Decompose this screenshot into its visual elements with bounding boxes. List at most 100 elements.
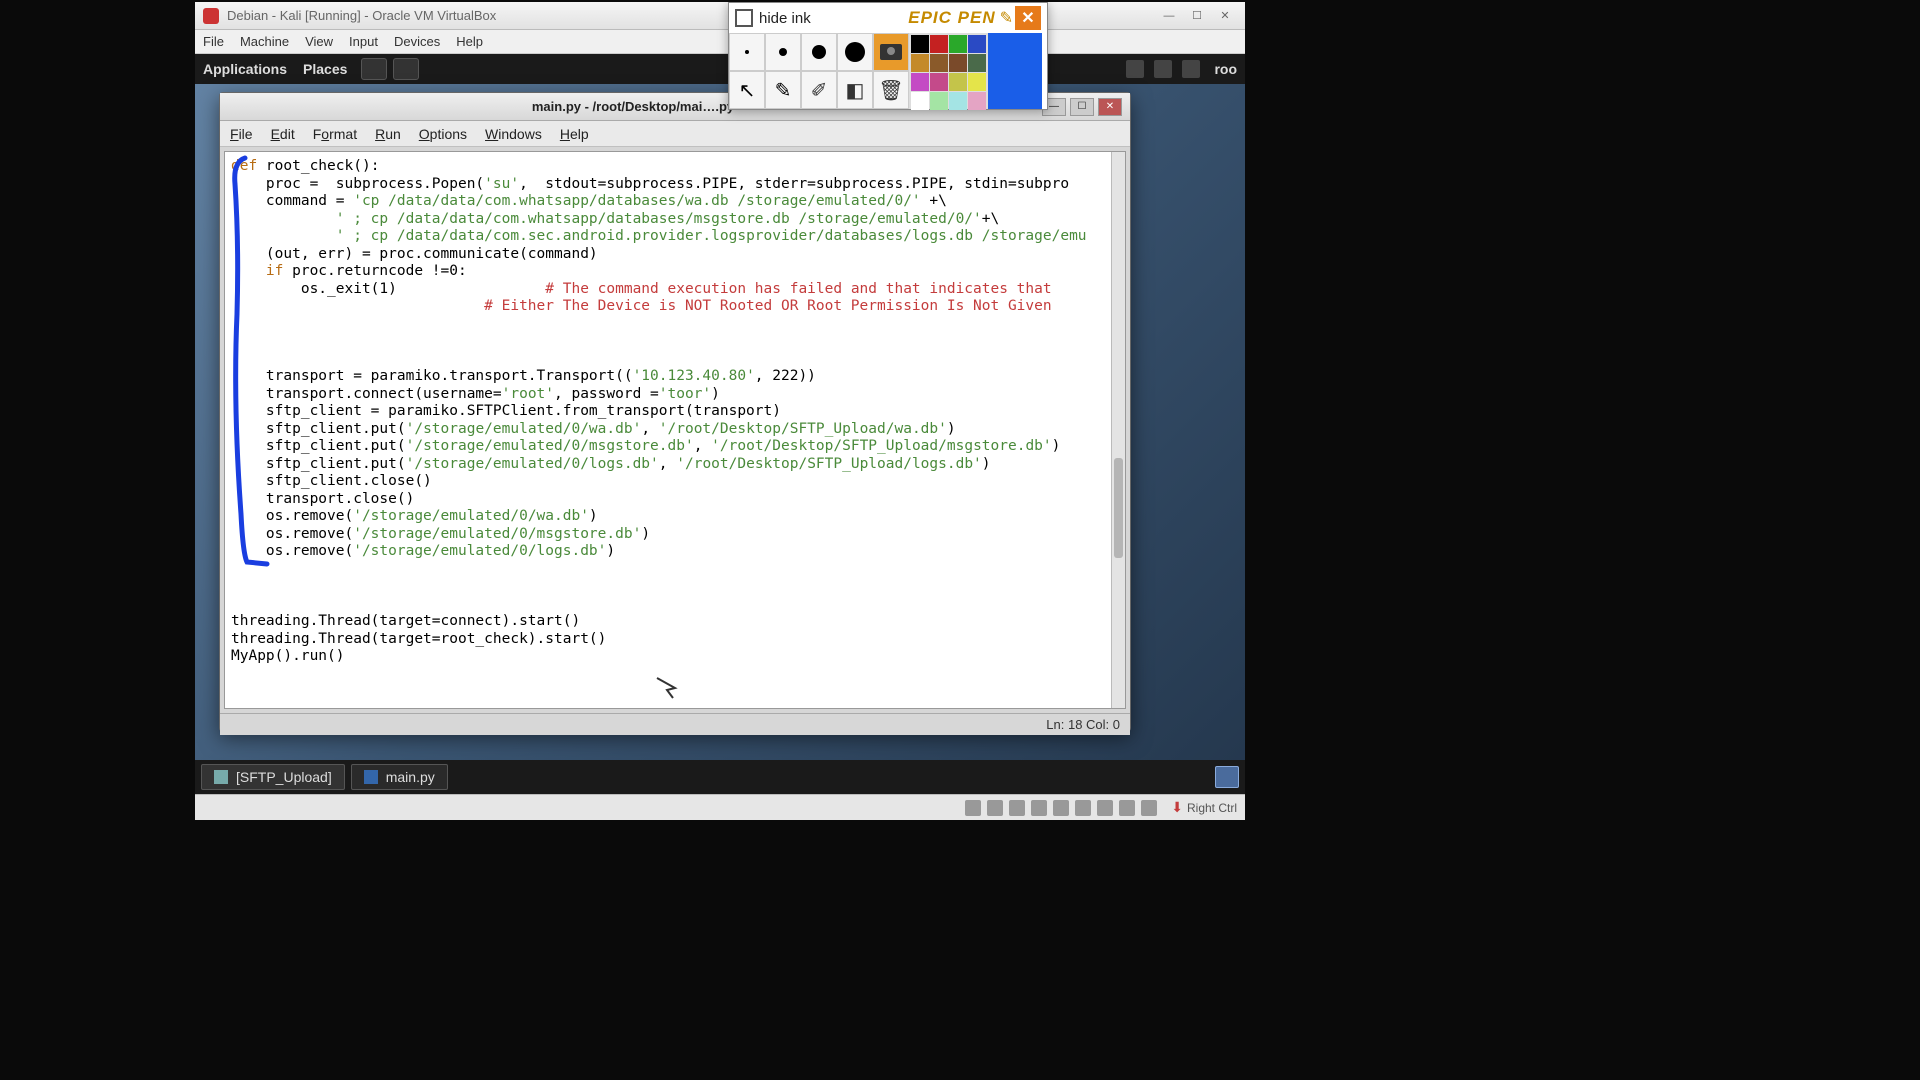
- color-swatch[interactable]: [968, 92, 986, 110]
- screenshot-tool[interactable]: [873, 33, 909, 71]
- color-swatch[interactable]: [930, 73, 948, 91]
- highlighter-icon: ✐: [811, 78, 828, 103]
- taskbar-item-sftp[interactable]: [SFTP_Upload]: [201, 764, 345, 790]
- editor-menu-format[interactable]: Format: [313, 126, 357, 142]
- brush-size-4[interactable]: [837, 33, 873, 71]
- virtualbox-window: Debian - Kali [Running] - Oracle VM Virt…: [195, 2, 1245, 820]
- cursor-tool[interactable]: ↖: [729, 71, 765, 109]
- editor-menu-options[interactable]: Options: [419, 126, 467, 142]
- epic-pen-tools: ↖ ✎ ✐ ◧ 🗑: [729, 33, 1047, 109]
- applications-menu[interactable]: Applications: [203, 61, 287, 77]
- brush-size-3[interactable]: [801, 33, 837, 71]
- selected-color-swatch[interactable]: [988, 33, 1042, 109]
- color-swatch[interactable]: [911, 73, 929, 91]
- vbox-menu-file[interactable]: File: [203, 34, 224, 49]
- idle-editor-window: main.py - /root/Desktop/mai….py — ☐ ✕ Fi…: [219, 92, 1131, 732]
- virtualbox-icon: [203, 8, 219, 24]
- color-swatch[interactable]: [930, 54, 948, 72]
- cursor-icon: ↖: [739, 78, 756, 103]
- folder-icon: [214, 770, 228, 784]
- vbox-menu-view[interactable]: View: [305, 34, 333, 49]
- editor-maximize-button[interactable]: ☐: [1070, 98, 1094, 116]
- vbox-hdd-icon[interactable]: [965, 800, 981, 816]
- color-swatch[interactable]: [949, 35, 967, 53]
- color-swatch[interactable]: [911, 35, 929, 53]
- workspace-switcher-icon[interactable]: [1215, 766, 1239, 788]
- highlighter-tool[interactable]: ✐: [801, 71, 837, 109]
- color-swatch[interactable]: [968, 35, 986, 53]
- vbox-usb-icon[interactable]: [1009, 800, 1025, 816]
- vbox-optical-icon[interactable]: [987, 800, 1003, 816]
- epic-pen-logo: EPIC PEN: [908, 8, 995, 28]
- pen-logo-icon: ✎: [1000, 8, 1013, 28]
- vbox-minimize-button[interactable]: —: [1157, 7, 1181, 25]
- vbox-menu-devices[interactable]: Devices: [394, 34, 440, 49]
- brush-size-2[interactable]: [765, 33, 801, 71]
- color-swatch[interactable]: [949, 92, 967, 110]
- editor-menu-help[interactable]: Help: [560, 126, 589, 142]
- code-text[interactable]: def root_check(): proc = subprocess.Pope…: [225, 152, 1125, 672]
- editor-menubar: File Edit Format Run Options Windows Hel…: [220, 121, 1130, 147]
- vbox-cpu-icon[interactable]: [1097, 800, 1113, 816]
- vbox-menu-help[interactable]: Help: [456, 34, 483, 49]
- pen-tool[interactable]: ✎: [765, 71, 801, 109]
- code-area[interactable]: def root_check(): proc = subprocess.Pope…: [224, 151, 1126, 709]
- color-palette: [909, 33, 988, 109]
- editor-menu-windows[interactable]: Windows: [485, 126, 542, 142]
- vbox-menu-input[interactable]: Input: [349, 34, 378, 49]
- color-swatch[interactable]: [930, 35, 948, 53]
- vbox-close-button[interactable]: ✕: [1213, 7, 1237, 25]
- guest-desktop: Applications Places Wed Apr 20 roo main.…: [195, 54, 1245, 794]
- scrollbar-thumb[interactable]: [1114, 458, 1123, 558]
- places-menu[interactable]: Places: [303, 61, 347, 77]
- guest-taskbar: [SFTP_Upload] main.py: [195, 760, 1245, 794]
- color-swatch[interactable]: [911, 54, 929, 72]
- ink-cursor-icon: [653, 674, 681, 702]
- color-swatch[interactable]: [968, 54, 986, 72]
- host-key-arrow-icon: ⬇: [1171, 799, 1183, 816]
- python-icon: [364, 770, 378, 784]
- vbox-menu-machine[interactable]: Machine: [240, 34, 289, 49]
- vbox-network-status-icon[interactable]: [1141, 800, 1157, 816]
- iceweasel-icon[interactable]: [361, 58, 387, 80]
- terminal-icon[interactable]: [393, 58, 419, 80]
- color-swatch[interactable]: [911, 92, 929, 110]
- gnome-topbar: Applications Places Wed Apr 20 roo: [195, 54, 1245, 84]
- volume-icon[interactable]: [1182, 60, 1200, 78]
- hide-ink-checkbox[interactable]: [735, 9, 753, 27]
- virtualbox-menubar: File Machine View Input Devices Help: [195, 30, 1245, 54]
- user-menu[interactable]: roo: [1214, 61, 1237, 77]
- recorder-icon[interactable]: [1126, 60, 1144, 78]
- color-swatch[interactable]: [949, 73, 967, 91]
- editor-close-button[interactable]: ✕: [1098, 98, 1122, 116]
- host-key-indicator: ⬇ Right Ctrl: [1171, 799, 1237, 816]
- eraser-tool[interactable]: ◧: [837, 71, 873, 109]
- clear-tool[interactable]: 🗑: [873, 71, 909, 109]
- editor-menu-run[interactable]: Run: [375, 126, 401, 142]
- editor-menu-file[interactable]: File: [230, 126, 253, 142]
- vbox-display-icon[interactable]: [1053, 800, 1069, 816]
- hide-ink-label: hide ink: [759, 10, 908, 27]
- network-icon[interactable]: [1154, 60, 1172, 78]
- epic-pen-close-button[interactable]: ✕: [1015, 6, 1041, 30]
- editor-menu-edit[interactable]: Edit: [271, 126, 295, 142]
- vbox-mouse-icon[interactable]: [1119, 800, 1135, 816]
- epic-pen-titlebar[interactable]: hide ink EPIC PEN ✎ ✕: [729, 3, 1047, 33]
- color-swatch[interactable]: [968, 73, 986, 91]
- vbox-maximize-button[interactable]: ☐: [1185, 7, 1209, 25]
- color-swatch[interactable]: [930, 92, 948, 110]
- virtualbox-statusbar: ⬇ Right Ctrl: [195, 794, 1245, 820]
- epic-pen-toolbar[interactable]: hide ink EPIC PEN ✎ ✕ ↖ ✎ ✐ ◧ 🗑: [728, 2, 1048, 110]
- taskbar-item-mainpy[interactable]: main.py: [351, 764, 448, 790]
- vbox-shared-icon[interactable]: [1031, 800, 1047, 816]
- vertical-scrollbar[interactable]: [1111, 152, 1125, 708]
- virtualbox-titlebar[interactable]: Debian - Kali [Running] - Oracle VM Virt…: [195, 2, 1245, 30]
- eraser-icon: ◧: [846, 78, 865, 103]
- cursor-position: Ln: 18 Col: 0: [1046, 717, 1120, 732]
- brush-size-1[interactable]: [729, 33, 765, 71]
- system-tray: roo: [1126, 60, 1237, 78]
- pen-icon: ✎: [775, 78, 792, 103]
- color-swatch[interactable]: [949, 54, 967, 72]
- editor-statusbar: Ln: 18 Col: 0: [220, 713, 1130, 735]
- vbox-recording-icon[interactable]: [1075, 800, 1091, 816]
